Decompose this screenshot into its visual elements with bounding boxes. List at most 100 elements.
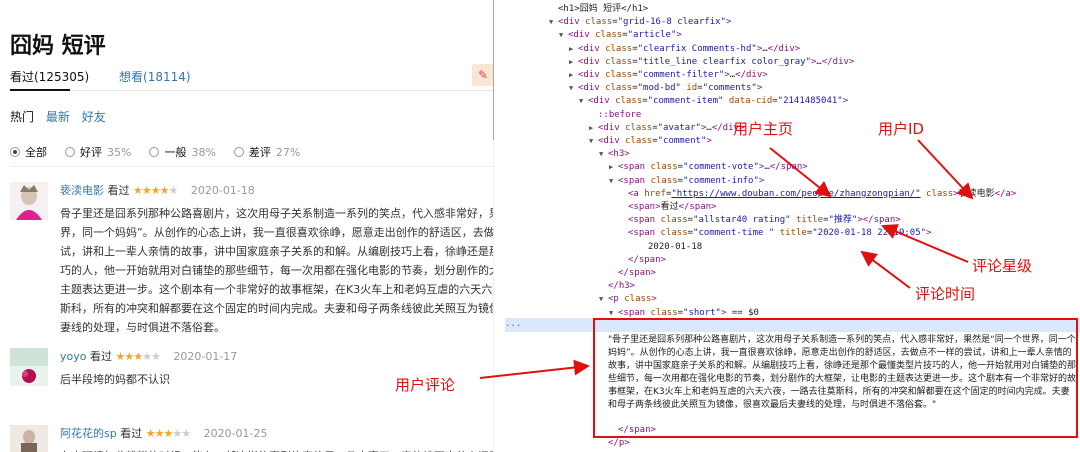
expand-triangle-icon[interactable]: ▼ [549, 16, 558, 29]
dom-node-line[interactable]: ▼ <div class="mod-bd" id="comments"> [569, 82, 762, 95]
dom-node-line[interactable]: <span>看过</span> [619, 201, 716, 214]
tab-wish[interactable]: 想看(18114) [119, 68, 191, 85]
dom-token: </a> [994, 188, 1017, 199]
page-title: 囧妈 短评 [10, 34, 106, 59]
filter-all[interactable]: 全部 [10, 144, 47, 160]
dom-node-line[interactable]: ▼ <span class="comment-info"> [609, 175, 764, 188]
dom-token: <span [618, 162, 651, 173]
dom-token: "comment-info" [683, 175, 759, 186]
dom-token: > [706, 136, 712, 146]
dom-token: class [650, 307, 678, 318]
dom-node-line[interactable]: <h1>囧妈 短评</h1> [549, 3, 648, 16]
dom-token: class [605, 56, 633, 67]
radio-icon [233, 147, 244, 157]
dom-token: <p [608, 294, 625, 305]
dom-token: <div [558, 17, 586, 28]
sort-hot[interactable]: 热门 [10, 110, 34, 124]
filter-good[interactable]: 好评 35% [65, 144, 131, 160]
dom-token: > [676, 30, 682, 41]
dom-node-line[interactable]: ▼ <div class="grid-16-8 clearfix"> [549, 16, 731, 29]
dom-node-line[interactable]: ::before [589, 109, 641, 122]
annotation-time: 评论时间 [915, 285, 976, 303]
dom-node-line[interactable]: ▼ <div class="comment"> [589, 135, 712, 148]
dom-token: <div [578, 70, 606, 80]
dom-token[interactable]: "https://www.douban.com/people/zhangzong… [671, 189, 920, 199]
expand-triangle-icon[interactable]: ▼ [609, 175, 618, 188]
expand-triangle-icon[interactable]: ▼ [599, 148, 608, 161]
star-icon: ★ [124, 350, 134, 363]
dom-node-line[interactable]: ▶ <div class="clearfix Comments-hd">…</di… [569, 43, 800, 56]
dom-node-line[interactable]: <span class="allstar40 rating" title="推荐… [619, 214, 901, 227]
dom-token: ::before [598, 109, 642, 120]
comment-user[interactable]: 亵渎电影 [60, 184, 104, 197]
expand-triangle-icon[interactable]: ▼ [579, 95, 588, 108]
tab-active-underline [10, 89, 70, 91]
dom-token: <span [618, 307, 651, 318]
dom-node-line[interactable]: ▼ <div class="comment-item" data-cid="214… [579, 95, 848, 108]
dom-token: "allstar40 rating" [693, 215, 796, 226]
pencil-icon[interactable]: ✎ [472, 64, 494, 86]
radio-icon [149, 147, 160, 157]
expand-triangle-icon[interactable]: ▼ [589, 135, 598, 148]
dom-token: 亵渎电影 [958, 188, 995, 199]
filter-label: 差评 [248, 146, 271, 159]
dom-node-line[interactable]: ▶ <div class="title_line clearfix color_g… [569, 56, 854, 69]
dom-token: </h3> [608, 281, 636, 292]
collapse-triangle-icon[interactable]: ▶ [589, 122, 598, 135]
avatar[interactable] [10, 425, 48, 452]
dom-token: <div [568, 30, 596, 41]
dom-node-line[interactable]: </p> [599, 437, 630, 450]
star-icon: ★ [150, 350, 161, 363]
scrollbar-thumb[interactable] [493, 0, 494, 140]
collapse-triangle-icon[interactable]: ▶ [569, 56, 578, 69]
filter-average[interactable]: 一般 38% [149, 144, 216, 160]
comment-user[interactable]: yoyo [60, 350, 86, 363]
dom-node-line[interactable]: <span class="comment-time " title="2020-… [619, 227, 931, 240]
dom-token: "short" [683, 307, 721, 318]
comment-time: 2020-01-18 [190, 184, 255, 197]
dom-node-line[interactable]: ▼ <div class="article"> [559, 29, 682, 42]
expand-triangle-icon[interactable]: ▼ [569, 82, 578, 95]
dom-token: </span> [678, 202, 717, 212]
sort-latest[interactable]: 最新 [46, 110, 70, 124]
expand-triangle-icon[interactable]: ▼ [599, 293, 608, 306]
dom-token: title [779, 228, 807, 239]
dom-token: > [926, 228, 932, 239]
dom-node-line[interactable]: </span> [619, 254, 666, 267]
dom-node-line[interactable]: ▶ <div class="comment-filter">…</div> [569, 69, 768, 82]
collapse-triangle-icon[interactable]: ▶ [609, 161, 618, 174]
sort-friends[interactable]: 好友 [82, 110, 106, 124]
dom-node-line[interactable]: ▶ <span class="comment-vote">…</span> [609, 161, 808, 174]
avatar[interactable] [10, 348, 48, 386]
star-icon: ★ [168, 184, 179, 197]
dom-token: class [660, 215, 688, 226]
dom-node-line[interactable]: 2020-01-18 [639, 241, 702, 254]
filter-pct: 35% [107, 145, 132, 159]
dom-token: "comment-vote" [683, 162, 759, 173]
dom-token: <span> [628, 202, 661, 212]
dom-node-line[interactable]: ▼ <p class> [599, 293, 657, 306]
dom-node-line[interactable]: ▶ <div class="avatar">…</div> [589, 122, 744, 135]
comment-user[interactable]: 阿花花的sp [60, 427, 117, 440]
tab-watched[interactable]: 看过(125305) [10, 68, 89, 85]
dom-node-line[interactable]: <a href="https://www.douban.com/people/z… [619, 188, 1016, 201]
avatar[interactable] [10, 182, 48, 220]
dom-token: </span> [769, 162, 808, 173]
dom-token: class [624, 294, 652, 305]
gutter-ellipsis[interactable]: ... [505, 319, 525, 329]
annotation-comment: 用户评论 [395, 376, 456, 394]
comment-line: 试，讲和上一辈人亲情的故事，讲中国家庭亲子关系的和解。从编剧技巧上看，徐峥还是那… [60, 245, 494, 258]
dom-token: <span [618, 175, 651, 186]
expand-triangle-icon[interactable]: ▼ [559, 29, 568, 42]
collapse-triangle-icon[interactable]: ▶ [569, 43, 578, 56]
dom-node-line[interactable]: </span> [609, 267, 656, 280]
comment-line: 斯科，所有的冲突和解都要在这个固定的时间内完成。夫妻和母子两条线彼此关照互为镜像… [60, 302, 494, 315]
dom-token: <div [598, 122, 626, 133]
collapse-triangle-icon[interactable]: ▶ [569, 69, 578, 82]
dom-node-line[interactable]: </h3> [599, 280, 635, 293]
comment-status: 看过 [89, 350, 112, 363]
dom-node-line[interactable]: ▼ <h3> [599, 148, 630, 161]
filter-bad[interactable]: 差评 27% [233, 144, 300, 160]
dom-token: 囧妈 短评 [579, 4, 622, 14]
rating-stars: ★★★★★ [146, 427, 191, 440]
